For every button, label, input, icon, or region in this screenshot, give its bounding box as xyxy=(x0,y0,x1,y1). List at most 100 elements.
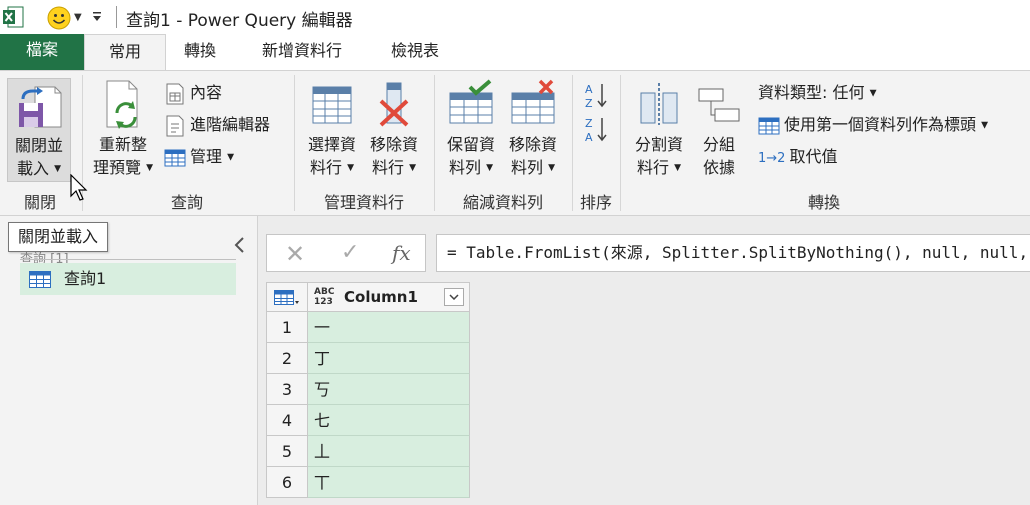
sort-asc-text-top: A xyxy=(585,83,593,96)
refresh-preview-label-1: 重新整 xyxy=(98,135,147,154)
row-number[interactable]: 4 xyxy=(266,405,308,436)
table-row[interactable]: 2丁 xyxy=(266,343,470,374)
replace-values-button[interactable]: 1→2 取代值 xyxy=(758,145,837,169)
group-label-query: 查詢 xyxy=(170,193,203,212)
formula-bar-buttons: ✕ ✓ fx xyxy=(266,234,426,272)
keep-rows-label-2: 料列 xyxy=(448,158,481,177)
remove-rows-label-1: 移除資 xyxy=(508,135,557,154)
table-row[interactable]: 1一 xyxy=(266,312,470,343)
close-load-tooltip: 關閉並載入 xyxy=(8,222,108,252)
data-type-label: 資料類型: 任何 xyxy=(758,83,865,102)
row-number[interactable]: 6 xyxy=(266,467,308,498)
table-menu-button[interactable] xyxy=(266,282,308,312)
any-type-icon[interactable]: ABC 123 xyxy=(314,287,334,307)
type-icon-line-2: 123 xyxy=(314,297,333,307)
row-number[interactable]: 1 xyxy=(266,312,308,343)
data-type-dropdown[interactable]: 資料類型: 任何 ▼ xyxy=(758,81,877,105)
column-name: Column1 xyxy=(344,288,418,306)
keep-rows-label-1: 保留資 xyxy=(446,135,495,154)
choose-columns-label-2: 料行 xyxy=(309,158,342,177)
split-column-label-1: 分割資 xyxy=(634,135,683,154)
chevron-down-icon: ▼ xyxy=(981,120,989,131)
group-label-sort: 排序 xyxy=(579,193,612,212)
excel-icon[interactable] xyxy=(2,6,24,28)
use-first-row-as-headers-button[interactable]: 使用第一個資料列作為標頭 ▼ xyxy=(758,113,988,137)
manage-label: 管理 xyxy=(190,147,223,166)
group-label-transform: 轉換 xyxy=(807,193,840,212)
chevron-down-icon: ▼ xyxy=(869,88,877,99)
row-number[interactable]: 3 xyxy=(266,374,308,405)
cell-value[interactable]: 一 xyxy=(308,312,470,343)
window-title: 查詢1 - Power Query 編輯器 xyxy=(126,11,353,31)
tab-transform[interactable]: 轉換 xyxy=(166,34,234,70)
advanced-editor-label: 進階編輯器 xyxy=(190,115,271,134)
fx-icon[interactable]: fx xyxy=(392,241,411,265)
replace-values-icon: 1→2 xyxy=(758,151,786,166)
sort-asc-text-bottom: Z xyxy=(585,97,593,109)
column-header[interactable]: ABC 123 Column1 xyxy=(308,282,470,312)
remove-columns-button[interactable]: 移除資 料行 ▼ xyxy=(364,79,424,180)
query-item[interactable]: 查詢1 xyxy=(20,263,236,295)
smile-feedback-icon[interactable] xyxy=(47,6,71,30)
advanced-editor-icon xyxy=(166,115,184,136)
refresh-preview-button[interactable]: 重新整 理預覽 ▼ xyxy=(88,79,158,180)
queries-pane: 查詢 [1] 查詢1 xyxy=(0,216,258,505)
table-row[interactable]: 6丅 xyxy=(266,467,470,498)
table-row[interactable]: 3丂 xyxy=(266,374,470,405)
remove-rows-button[interactable]: 移除資 料列 ▼ xyxy=(503,79,563,180)
ribbon-tabs: 檔案 常用 轉換 新增資料行 檢視表 xyxy=(0,34,1030,70)
choose-columns-button[interactable]: 選擇資 料行 ▼ xyxy=(302,79,362,180)
split-column-button[interactable]: 分割資 料行 ▼ xyxy=(629,79,689,180)
close-load-button[interactable]: 關閉並 載入 ▼ xyxy=(7,78,71,182)
cell-value[interactable]: 丂 xyxy=(308,374,470,405)
split-column-icon xyxy=(640,83,678,125)
sort-ascending-button[interactable]: A Z xyxy=(584,81,612,110)
column-filter-button[interactable] xyxy=(444,288,464,306)
cell-value[interactable]: 七 xyxy=(308,405,470,436)
close-load-icon xyxy=(19,86,62,128)
cell-value[interactable]: 丄 xyxy=(308,436,470,467)
tab-view[interactable]: 檢視表 xyxy=(374,34,456,70)
cancel-formula-icon[interactable]: ✕ xyxy=(285,240,305,268)
formula-input[interactable]: = Table.FromList(來源, Splitter.SplitByNot… xyxy=(436,234,1030,272)
chevron-down-icon xyxy=(449,294,459,300)
manage-button[interactable]: 管理 ▼ xyxy=(164,145,234,169)
query-item-label: 查詢1 xyxy=(64,269,107,288)
chevron-left-icon[interactable] xyxy=(232,236,246,254)
quick-access-customize-icon[interactable] xyxy=(92,10,102,24)
advanced-editor-button[interactable]: 進階編輯器 xyxy=(164,113,270,137)
tab-home[interactable]: 常用 xyxy=(84,34,166,70)
group-by-button[interactable]: 分組 依據 xyxy=(694,79,744,179)
group-label-manage-columns: 管理資料行 xyxy=(323,193,404,212)
sort-descending-button[interactable]: Z A xyxy=(584,115,612,144)
chevron-down-icon: ▼ xyxy=(674,163,682,173)
remove-rows-icon xyxy=(511,79,555,124)
chevron-down-icon: ▼ xyxy=(409,163,417,173)
group-label-reduce-rows: 縮減資料列 xyxy=(462,193,543,212)
properties-icon xyxy=(166,83,184,104)
ribbon: 關閉並 載入 ▼ 關閉 重新整 理預覽 ▼ 內容 進階編輯器 管理 ▼ 查詢 選… xyxy=(0,70,1030,216)
sort-ascending-icon: A Z xyxy=(585,83,607,110)
table-row[interactable]: 5丄 xyxy=(266,436,470,467)
tab-file[interactable]: 檔案 xyxy=(0,34,84,70)
row-number[interactable]: 5 xyxy=(266,436,308,467)
cell-value[interactable]: 丅 xyxy=(308,467,470,498)
tab-add-column[interactable]: 新增資料行 xyxy=(240,34,364,70)
table-row[interactable]: 4七 xyxy=(266,405,470,436)
confirm-formula-icon[interactable]: ✓ xyxy=(341,240,359,265)
remove-columns-label-1: 移除資 xyxy=(369,135,418,154)
remove-rows-label-2: 料列 xyxy=(510,158,543,177)
properties-button[interactable]: 內容 xyxy=(164,81,222,105)
keep-rows-button[interactable]: 保留資 料列 ▼ xyxy=(441,79,501,180)
table-icon xyxy=(29,271,51,288)
sort-desc-text-top: Z xyxy=(585,117,593,130)
keep-rows-icon xyxy=(449,79,493,124)
smile-dropdown-icon[interactable]: ▼ xyxy=(74,12,82,23)
chevron-down-icon: ▼ xyxy=(347,163,355,173)
group-by-icon xyxy=(698,88,740,122)
row-number[interactable]: 2 xyxy=(266,343,308,374)
sort-descending-icon: Z A xyxy=(585,117,607,144)
chevron-down-icon: ▼ xyxy=(54,164,62,174)
cell-value[interactable]: 丁 xyxy=(308,343,470,374)
chevron-down-icon: ▼ xyxy=(548,163,556,173)
